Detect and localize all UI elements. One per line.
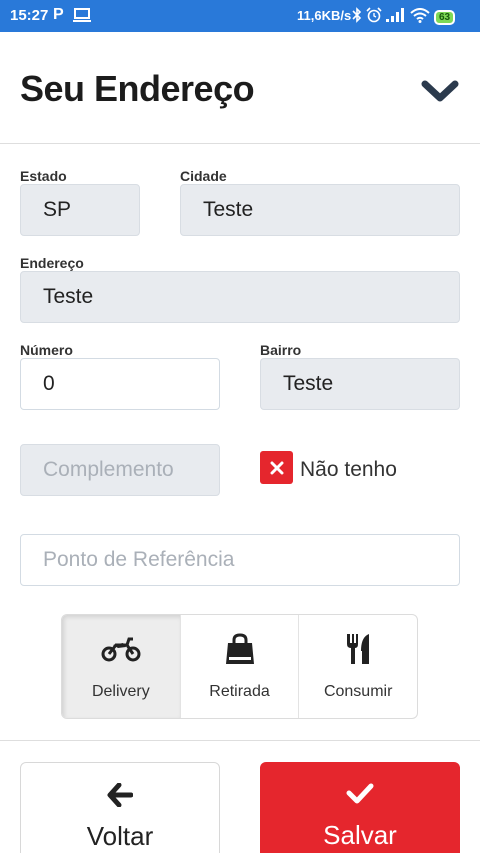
status-time: 15:27	[10, 7, 49, 24]
estado-field[interactable]	[20, 184, 140, 236]
bairro-field[interactable]	[260, 358, 460, 410]
shopping-bag-icon	[181, 633, 299, 665]
header: Seu Endereço	[0, 32, 480, 144]
mode-retirada[interactable]: Retirada	[181, 615, 300, 718]
numero-field[interactable]	[20, 358, 220, 410]
page-title: Seu Endereço	[20, 68, 255, 109]
mode-retirada-label: Retirada	[209, 683, 270, 700]
wifi-icon	[410, 7, 430, 28]
back-button[interactable]: Voltar	[20, 762, 220, 853]
divider	[0, 740, 480, 741]
bluetooth-icon	[352, 7, 362, 28]
mode-consumir[interactable]: Consumir	[299, 615, 417, 718]
parking-notification-icon: P	[53, 6, 64, 23]
endereco-field[interactable]	[20, 271, 460, 323]
network-speed: 11,6KB/s	[297, 8, 352, 23]
order-mode-selector: Delivery Retirada Consumir	[61, 614, 418, 719]
cutlery-icon	[299, 633, 417, 665]
nao-tenho-label[interactable]: Não tenho	[300, 458, 397, 482]
laptop-icon	[73, 8, 91, 28]
motorcycle-icon	[62, 633, 180, 665]
arrow-left-icon	[21, 783, 219, 807]
chevron-down-icon	[421, 80, 459, 102]
status-icons: 63	[352, 7, 456, 28]
collapse-button[interactable]	[420, 76, 460, 106]
close-icon	[270, 461, 283, 474]
alarm-icon	[366, 7, 382, 28]
estado-label: Estado	[20, 168, 67, 184]
bairro-label: Bairro	[260, 342, 302, 358]
nao-tenho-checkbox[interactable]	[260, 451, 293, 484]
endereco-label: Endereço	[20, 255, 84, 271]
back-button-label: Voltar	[86, 821, 154, 851]
cidade-field[interactable]	[180, 184, 460, 236]
mode-consumir-label: Consumir	[323, 683, 393, 700]
complemento-field[interactable]	[20, 444, 220, 496]
save-button-label: Salvar	[323, 820, 397, 850]
mode-delivery[interactable]: Delivery	[62, 615, 181, 718]
mode-delivery-label: Delivery	[91, 683, 150, 700]
numero-label: Número	[20, 342, 73, 358]
status-bar: 15:27 P 11,6KB/s 63	[0, 0, 480, 32]
save-button[interactable]: Salvar	[260, 762, 460, 853]
cidade-label: Cidade	[180, 168, 227, 184]
check-icon	[260, 782, 460, 804]
signal-icon	[386, 8, 406, 27]
battery-icon: 63	[434, 10, 456, 25]
referencia-field[interactable]	[20, 534, 460, 586]
